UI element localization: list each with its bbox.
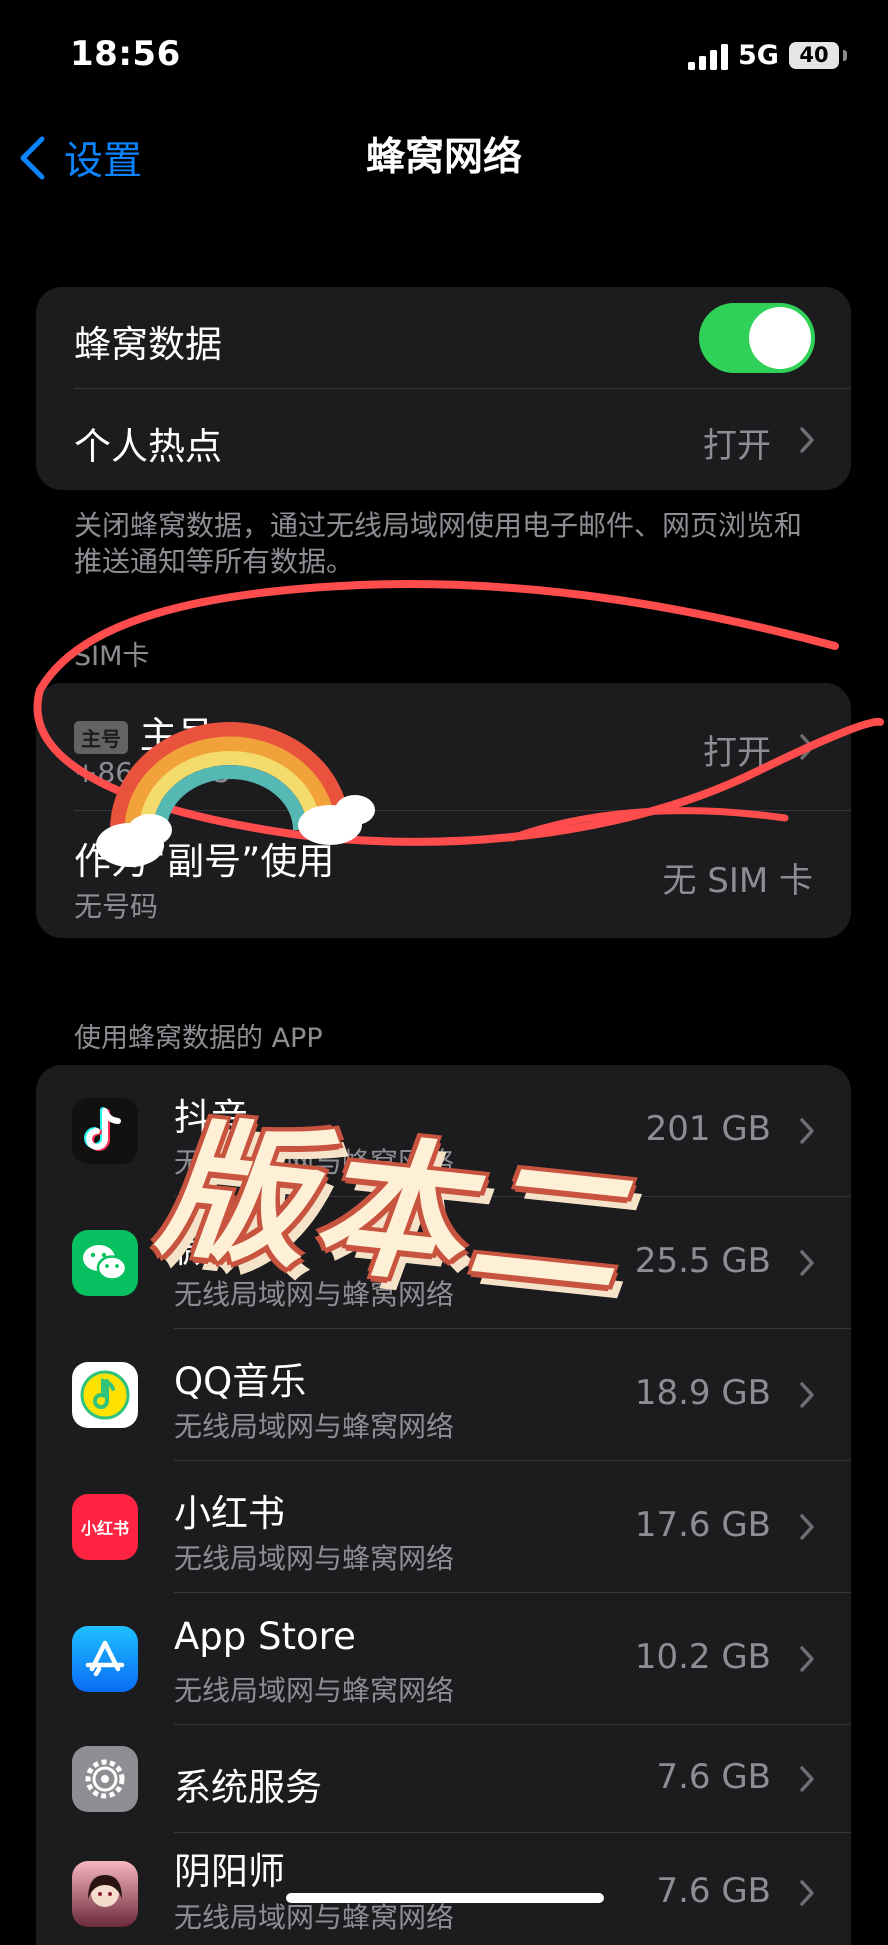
cellular-group: 蜂窝数据 个人热点 打开 (36, 287, 851, 490)
hotspot-row[interactable]: 个人热点 打开 (36, 389, 851, 490)
app-name: QQ音乐 (174, 1360, 307, 1403)
app-usage: 10.2 GB (634, 1637, 771, 1677)
app-name: 系统服务 (174, 1766, 322, 1809)
app-row-onmyoji[interactable]: 阴阳师 无线局域网与蜂窝网络 7.6 GB (36, 1833, 851, 1945)
sim-primary-number: +86 ··· 985 (74, 756, 232, 789)
chevron-right-icon (800, 1382, 814, 1408)
cellular-data-toggle[interactable] (699, 303, 815, 373)
app-sub: 无线局域网与蜂窝网络 (174, 1410, 455, 1443)
sim-section-header: SIM卡 (74, 641, 150, 672)
cellular-data-label: 蜂窝数据 (74, 323, 222, 366)
sim-primary-label-wrap: 主号 主号 (74, 705, 214, 759)
cellular-footnote: 关闭蜂窝数据，通过无线局域网使用电子邮件、网页浏览和推送通知等所有数据。 (74, 509, 803, 578)
chevron-right-icon (800, 1880, 814, 1906)
onmyoji-icon (72, 1861, 138, 1927)
hotspot-label: 个人热点 (74, 425, 222, 468)
app-usage: 18.9 GB (634, 1373, 771, 1413)
chevron-right-icon (800, 1514, 814, 1540)
sim-primary-row[interactable]: 主号 主号 +86 ··· 985 打开 (36, 683, 851, 810)
sim-secondary-value: 无 SIM 卡 (662, 861, 813, 901)
gear-icon (72, 1746, 138, 1812)
app-sub: 无线局域网与蜂窝网络 (174, 1674, 455, 1707)
app-row-xiaohongshu[interactable]: 小红书 小红书 无线局域网与蜂窝网络 17.6 GB (36, 1461, 851, 1593)
page-title: 蜂窝网络 (365, 135, 522, 180)
cellular-data-row: 蜂窝数据 (36, 287, 851, 389)
app-name: App Store (174, 1615, 356, 1658)
app-row-system-services[interactable]: 系统服务 7.6 GB (36, 1725, 851, 1833)
sim-secondary-label: 作为“副号”使用 (74, 840, 335, 883)
sim-group: 主号 主号 +86 ··· 985 打开 作为“副号”使用 无号码 无 SIM … (36, 683, 851, 938)
hotspot-value: 打开 (703, 426, 771, 466)
home-indicator (286, 1893, 604, 1903)
sim-primary-value: 打开 (703, 733, 771, 773)
sim-primary-label: 主号 (139, 714, 214, 757)
chevron-right-icon (800, 1646, 814, 1672)
app-name: 小红书 (174, 1492, 285, 1535)
qq-music-icon (72, 1362, 138, 1428)
sim-secondary-row: 作为“副号”使用 无号码 无 SIM 卡 (36, 811, 851, 938)
status-bar: 18:56 5G 40 (0, 0, 888, 110)
battery-icon: 40 (789, 42, 839, 69)
xiaohongshu-icon: 小红书 (72, 1494, 138, 1560)
sim-secondary-sub: 无号码 (74, 890, 159, 923)
app-usage: 17.6 GB (634, 1505, 771, 1545)
toggle-knob (749, 307, 811, 369)
apps-section-header: 使用蜂窝数据的 APP (74, 1023, 323, 1054)
wechat-icon (72, 1230, 138, 1296)
app-sub: 无线局域网与蜂窝网络 (174, 1542, 455, 1575)
signal-icon (688, 44, 728, 70)
app-usage: 7.6 GB (656, 1871, 771, 1911)
battery-cap (843, 50, 847, 61)
chevron-right-icon (800, 734, 814, 760)
app-usage: 25.5 GB (634, 1241, 771, 1281)
app-row-qq-music[interactable]: QQ音乐 无线局域网与蜂窝网络 18.9 GB (36, 1329, 851, 1461)
app-name: 阴阳师 (174, 1850, 285, 1893)
app-usage: 7.6 GB (656, 1757, 771, 1797)
sim-badge: 主号 (74, 721, 128, 754)
status-time: 18:56 (70, 34, 181, 74)
app-row-app-store[interactable]: App Store 无线局域网与蜂窝网络 10.2 GB (36, 1593, 851, 1725)
douyin-icon (72, 1098, 138, 1164)
chevron-right-icon (800, 427, 814, 453)
network-type: 5G (738, 40, 779, 71)
xiaohongshu-icon-text: 小红书 (80, 1519, 129, 1538)
chevron-right-icon (800, 1766, 814, 1792)
app-usage: 201 GB (645, 1109, 771, 1149)
app-store-icon (72, 1626, 138, 1692)
chevron-right-icon (800, 1118, 814, 1144)
chevron-right-icon (800, 1250, 814, 1276)
